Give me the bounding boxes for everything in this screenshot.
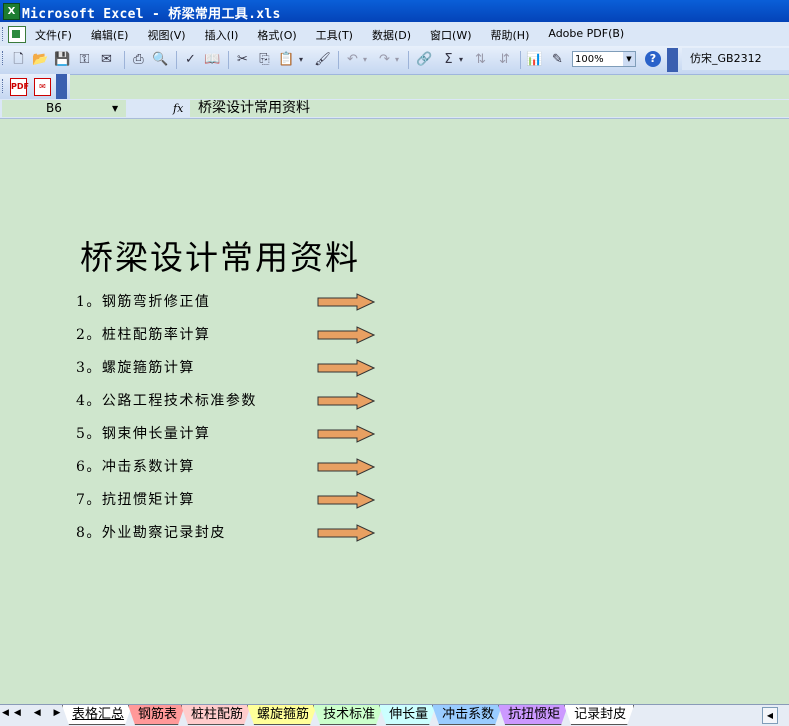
go-arrow-icon[interactable] xyxy=(317,425,375,443)
title-bar: X Microsoft Excel - 桥梁常用工具.xls xyxy=(0,0,789,22)
list-item-label: 2。桩柱配筋率计算 xyxy=(76,327,211,343)
zoom-value: 100% xyxy=(575,54,604,65)
sort-ascending-icon[interactable]: ⇅ xyxy=(472,51,489,68)
save-icon[interactable]: 💾 xyxy=(54,51,71,68)
open-folder-icon[interactable]: 📂 xyxy=(32,51,49,68)
list-item-label: 6。冲击系数计算 xyxy=(76,459,195,475)
sheet-title: 桥梁设计常用资料 xyxy=(80,238,360,277)
menu-file[interactable]: 文件(F) xyxy=(35,27,72,43)
undo-dropdown-icon[interactable]: ▾ xyxy=(360,51,370,68)
sheet-tab[interactable]: 螺旋箍筋 xyxy=(247,705,317,725)
email-icon[interactable]: ✉ xyxy=(98,51,115,68)
sheet-tab[interactable]: 钢筋表 xyxy=(128,705,185,725)
list-item-label: 4。公路工程技术标准参数 xyxy=(76,393,257,409)
drawing-icon[interactable]: ✎ xyxy=(549,51,566,68)
formula-input[interactable]: 桥梁设计常用资料 xyxy=(190,100,789,117)
excel-app-icon[interactable]: X xyxy=(3,3,20,20)
go-arrow-icon[interactable] xyxy=(317,392,375,410)
menu-insert[interactable]: 插入(I) xyxy=(205,27,239,43)
font-name-select[interactable]: 仿宋_GB2312 xyxy=(682,48,789,70)
sheet-tab[interactable]: 抗扭惯矩 xyxy=(498,705,568,725)
menu-format[interactable]: 格式(O) xyxy=(257,27,296,43)
zoom-select[interactable]: 100% ▼ xyxy=(572,51,636,67)
pdf-email-icon[interactable]: ✉ xyxy=(34,78,51,96)
paste-dropdown-icon[interactable]: ▾ xyxy=(296,51,306,68)
sheet-tab[interactable]: 伸长量 xyxy=(379,705,436,725)
research-icon[interactable]: 📖 xyxy=(204,51,221,68)
menu-grip-handle[interactable] xyxy=(2,27,6,41)
hyperlink-icon[interactable]: 🔗 xyxy=(416,51,433,68)
menu-bar: 文件(F) 编辑(E) 视图(V) 插入(I) 格式(O) 工具(T) 数据(D… xyxy=(0,22,789,47)
go-arrow-icon[interactable] xyxy=(317,359,375,377)
go-arrow-icon[interactable] xyxy=(317,326,375,344)
sort-descending-icon[interactable]: ⇵ xyxy=(496,51,513,68)
worksheet[interactable]: 桥梁设计常用资料 1。钢筋弯折修正值 2。桩柱配筋率计算 3。螺旋箍筋计算 4。… xyxy=(0,119,789,704)
sheet-tab[interactable]: 技术标准 xyxy=(313,705,383,725)
autosum-icon[interactable]: Σ xyxy=(440,51,457,68)
sheet-tab[interactable]: 表格汇总 xyxy=(62,705,132,725)
toolbar-grip-handle[interactable] xyxy=(2,51,6,65)
go-arrow-icon[interactable] xyxy=(317,458,375,476)
sheet-tab-bar: ◀◀ ◀ ▶ ▶▶ 表格汇总 钢筋表 桩柱配筋 螺旋箍筋 技术标准 伸长量 冲击… xyxy=(0,704,789,726)
menu-adobe-pdf[interactable]: Adobe PDF(B) xyxy=(548,27,624,43)
autosum-dropdown-icon[interactable]: ▾ xyxy=(456,51,466,68)
workbook-icon[interactable] xyxy=(8,26,26,43)
paste-icon[interactable]: 📋 xyxy=(278,51,295,68)
redo-icon[interactable]: ↷ xyxy=(376,51,393,68)
undo-icon[interactable]: ↶ xyxy=(344,51,361,68)
format-painter-icon[interactable]: 🖌 xyxy=(314,51,331,68)
formula-bar: B6 ▼ fx 桥梁设计常用资料 xyxy=(0,99,789,119)
print-icon[interactable]: ⎙ xyxy=(130,51,147,68)
sheet-tabs: 表格汇总 钢筋表 桩柱配筋 螺旋箍筋 技术标准 伸长量 冲击系数 抗扭惯矩 记录… xyxy=(66,705,634,726)
cell-reference: B6 xyxy=(46,101,62,115)
menu-data[interactable]: 数据(D) xyxy=(372,27,411,43)
scroll-left-icon[interactable]: ◀ xyxy=(762,707,778,724)
list-item-label: 3。螺旋箍筋计算 xyxy=(76,360,195,376)
pdf-toolbar-options-icon[interactable] xyxy=(56,74,67,99)
menu-edit[interactable]: 编辑(E) xyxy=(91,27,129,43)
convert-to-pdf-icon[interactable]: PDF xyxy=(10,78,29,96)
sheet-tab[interactable]: 记录封皮 xyxy=(564,705,634,725)
menu-items: 文件(F) 编辑(E) 视图(V) 插入(I) 格式(O) 工具(T) 数据(D… xyxy=(35,27,643,43)
menu-window[interactable]: 窗口(W) xyxy=(430,27,471,43)
new-document-icon[interactable]: 🗋 xyxy=(10,51,27,68)
pdf-toolbar-grip-handle[interactable] xyxy=(2,79,6,93)
chevron-down-icon[interactable]: ▼ xyxy=(623,52,635,66)
name-box[interactable]: B6 ▼ xyxy=(2,100,126,117)
insert-function-icon[interactable]: fx xyxy=(173,100,183,117)
toolbar-options-icon[interactable] xyxy=(667,48,678,72)
sheet-tab[interactable]: 桩柱配筋 xyxy=(181,705,251,725)
spelling-icon[interactable]: ✓ xyxy=(182,51,199,68)
cut-icon[interactable]: ✂ xyxy=(234,51,251,68)
list-item-label: 1。钢筋弯折修正值 xyxy=(76,294,211,310)
go-arrow-icon[interactable] xyxy=(317,491,375,509)
help-icon[interactable]: ? xyxy=(645,51,661,67)
menu-view[interactable]: 视图(V) xyxy=(147,27,185,43)
list-item-label: 8。外业勘察记录封皮 xyxy=(76,525,226,541)
menu-tools[interactable]: 工具(T) xyxy=(316,27,353,43)
go-arrow-icon[interactable] xyxy=(317,524,375,542)
print-preview-icon[interactable]: 🔍 xyxy=(152,51,169,68)
standard-toolbar: 🗋 📂 💾 ⚿ ✉ ⎙ 🔍 ✓ 📖 ✂ ⎘ 📋 ▾ 🖌 ↶ ▾ ↷ ▾ 🔗 Σ … xyxy=(0,46,789,75)
go-arrow-icon[interactable] xyxy=(317,293,375,311)
window-title: Microsoft Excel - 桥梁常用工具.xls xyxy=(22,7,281,22)
menu-help[interactable]: 帮助(H) xyxy=(491,27,530,43)
redo-dropdown-icon[interactable]: ▾ xyxy=(392,51,402,68)
chevron-down-icon[interactable]: ▼ xyxy=(112,100,118,117)
sheet-tab[interactable]: 冲击系数 xyxy=(432,705,502,725)
list-item-label: 5。钢束伸长量计算 xyxy=(76,426,211,442)
permission-icon[interactable]: ⚿ xyxy=(76,51,93,68)
list-item-label: 7。抗扭惯矩计算 xyxy=(76,492,195,508)
chart-wizard-icon[interactable]: 📊 xyxy=(526,51,543,68)
copy-icon[interactable]: ⎘ xyxy=(256,51,273,68)
